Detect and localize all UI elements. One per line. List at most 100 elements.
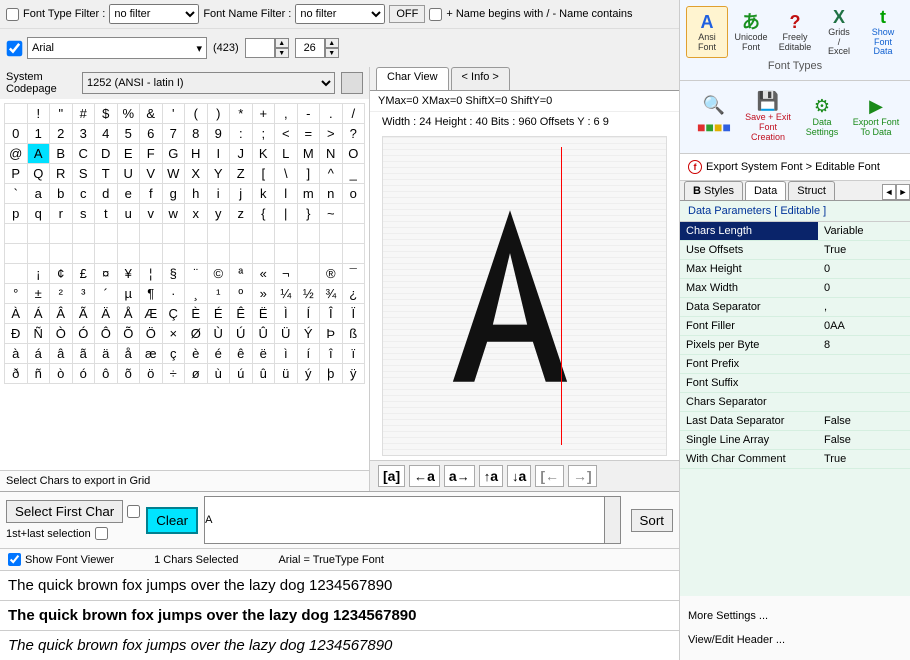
char-cell[interactable]: & <box>140 104 163 124</box>
char-cell[interactable]: > <box>320 124 343 144</box>
char-cell[interactable]: 0 <box>5 124 28 144</box>
param-row[interactable]: Font Filler0AA <box>680 317 910 336</box>
char-cell[interactable]: § <box>162 264 185 284</box>
char-cell[interactable]: ~ <box>320 204 343 224</box>
glyph-preview[interactable] <box>382 136 667 456</box>
char-cell[interactable]: = <box>297 124 320 144</box>
char-cell[interactable]: 9 <box>207 124 230 144</box>
action-button[interactable]: 💾Save + Exit Font Creation <box>742 87 794 147</box>
char-cell[interactable]: â <box>50 344 73 364</box>
char-cell[interactable]: Ï <box>342 304 365 324</box>
char-cell[interactable]: û <box>252 364 275 384</box>
char-cell[interactable]: D <box>95 144 118 164</box>
char-cell[interactable]: Z <box>230 164 253 184</box>
selected-chars-input[interactable] <box>204 496 604 544</box>
char-cell[interactable]: ô <box>95 364 118 384</box>
char-cell[interactable]: 2 <box>50 124 73 144</box>
char-cell[interactable]: Ñ <box>27 324 50 344</box>
char-cell[interactable]: i <box>207 184 230 204</box>
char-cell[interactable]: x <box>185 204 208 224</box>
char-cell[interactable]: P <box>5 164 28 184</box>
char-cell[interactable]: h <box>185 184 208 204</box>
char-cell[interactable]: ö <box>140 364 163 384</box>
char-cell[interactable]: ñ <box>27 364 50 384</box>
param-row[interactable]: Last Data SeparatorFalse <box>680 412 910 431</box>
char-cell[interactable]: Ú <box>230 324 253 344</box>
font-type-button[interactable]: AAnsiFont <box>686 6 728 58</box>
tool-skip-first[interactable]: [← <box>535 465 564 487</box>
up-icon[interactable]: ▲ <box>325 38 339 48</box>
char-cell[interactable]: J <box>230 144 253 164</box>
char-cell[interactable]: ´ <box>95 284 118 304</box>
char-cell[interactable]: W <box>162 164 185 184</box>
char-cell[interactable]: # <box>72 104 95 124</box>
char-cell[interactable]: ì <box>275 344 298 364</box>
char-cell[interactable]: É <box>207 304 230 324</box>
char-cell[interactable] <box>117 224 140 244</box>
tool-skip-last[interactable]: →] <box>568 465 597 487</box>
char-cell[interactable]: ¥ <box>117 264 140 284</box>
char-cell[interactable]: k <box>252 184 275 204</box>
char-cell[interactable]: ¡ <box>27 264 50 284</box>
char-cell[interactable] <box>207 244 230 264</box>
char-cell[interactable]: [ <box>252 164 275 184</box>
char-cell[interactable]: A <box>27 144 50 164</box>
char-cell[interactable]: | <box>275 204 298 224</box>
tab-data[interactable]: Data <box>745 181 786 200</box>
char-cell[interactable]: ( <box>185 104 208 124</box>
param-row[interactable]: With Char CommentTrue <box>680 450 910 469</box>
action-button[interactable]: ⚙Data Settings <box>796 87 848 147</box>
char-cell[interactable]: ¯ <box>342 264 365 284</box>
char-cell[interactable]: Ç <box>162 304 185 324</box>
param-row[interactable]: Use OffsetsTrue <box>680 241 910 260</box>
param-value[interactable]: , <box>818 298 910 317</box>
view-edit-header-link[interactable]: View/Edit Header ... <box>688 628 902 652</box>
char-cell[interactable]: è <box>185 344 208 364</box>
param-value[interactable] <box>818 355 910 374</box>
char-cell[interactable]: < <box>275 124 298 144</box>
char-cell[interactable]: ÷ <box>162 364 185 384</box>
char-cell[interactable]: õ <box>117 364 140 384</box>
char-cell[interactable]: Ä <box>95 304 118 324</box>
filter-enable-checkbox[interactable] <box>6 8 19 21</box>
tab-styles[interactable]: B Styles <box>684 181 743 200</box>
char-cell[interactable]: t <box>95 204 118 224</box>
char-cell[interactable]: ¦ <box>140 264 163 284</box>
char-cell[interactable]: · <box>162 284 185 304</box>
char-cell[interactable]: q <box>27 204 50 224</box>
char-cell[interactable]: ! <box>27 104 50 124</box>
char-cell[interactable]: ó <box>72 364 95 384</box>
char-cell[interactable]: L <box>275 144 298 164</box>
char-cell[interactable]: 5 <box>117 124 140 144</box>
char-cell[interactable]: r <box>50 204 73 224</box>
char-cell[interactable]: 7 <box>162 124 185 144</box>
char-cell[interactable]: ø <box>185 364 208 384</box>
char-cell[interactable]: ê <box>230 344 253 364</box>
char-cell[interactable]: w <box>162 204 185 224</box>
char-cell[interactable]: Æ <box>140 304 163 324</box>
font-type-button[interactable]: ?FreelyEditable <box>774 6 816 58</box>
sort-button[interactable]: Sort <box>631 509 673 532</box>
char-cell[interactable]: g <box>162 184 185 204</box>
up-icon[interactable]: ▲ <box>275 38 289 48</box>
char-cell[interactable] <box>320 224 343 244</box>
char-cell[interactable]: Å <box>117 304 140 324</box>
char-cell[interactable] <box>185 224 208 244</box>
param-row[interactable]: Chars Separator <box>680 393 910 412</box>
char-cell[interactable]: z <box>230 204 253 224</box>
char-cell[interactable]: Á <box>27 304 50 324</box>
char-cell[interactable]: ± <box>27 284 50 304</box>
char-cell[interactable]: ¼ <box>275 284 298 304</box>
char-cell[interactable]: Q <box>27 164 50 184</box>
char-cell[interactable]: H <box>185 144 208 164</box>
down-icon[interactable]: ▼ <box>325 48 339 58</box>
param-row[interactable]: Chars LengthVariable <box>680 222 910 241</box>
char-cell[interactable]: ² <box>50 284 73 304</box>
param-row[interactable]: Font Prefix <box>680 355 910 374</box>
char-cell[interactable]: b <box>50 184 73 204</box>
char-cell[interactable]: ¶ <box>140 284 163 304</box>
char-cell[interactable]: Õ <box>117 324 140 344</box>
tool-shift-down[interactable]: ↓a <box>507 465 531 487</box>
clear-button[interactable]: Clear <box>146 507 198 534</box>
char-cell[interactable]: ] <box>297 164 320 184</box>
